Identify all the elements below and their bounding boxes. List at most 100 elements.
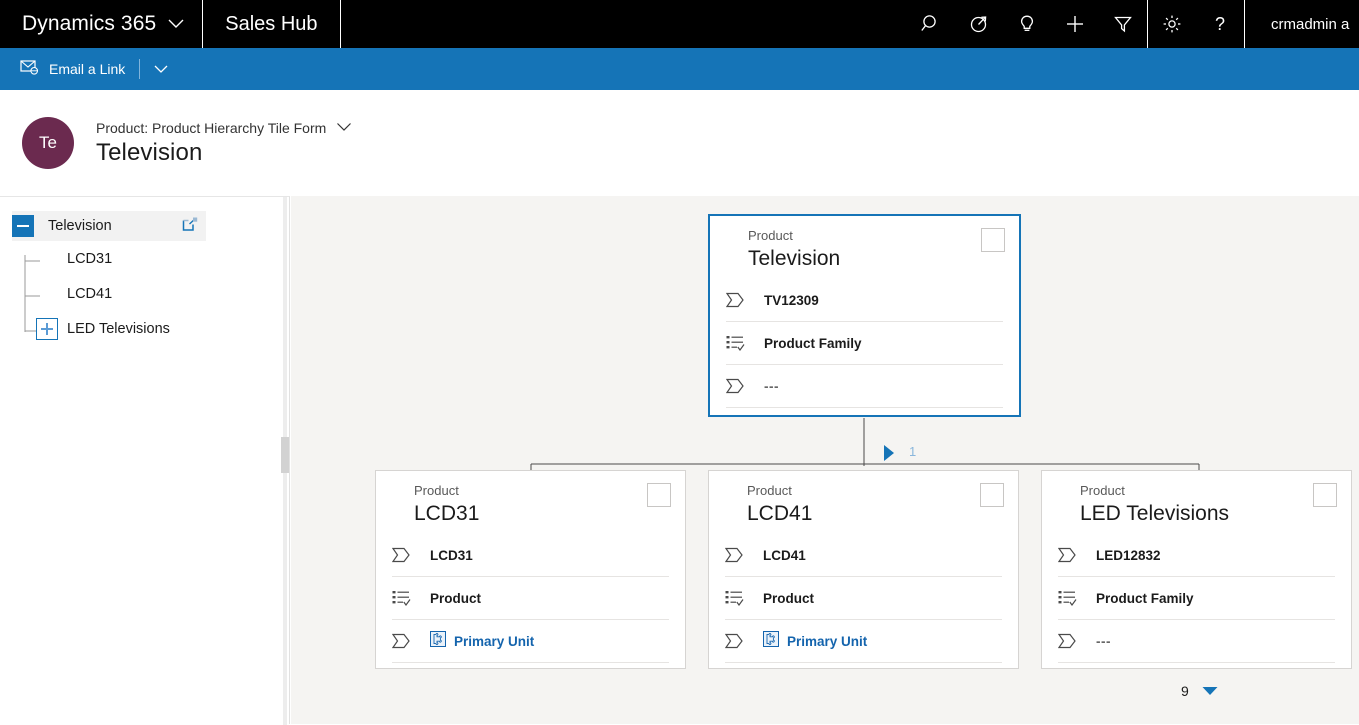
form-selector[interactable]: Product: Product Hierarchy Tile Form [96, 119, 352, 137]
tag-icon [726, 378, 748, 394]
primary-unit-link[interactable]: Primary Unit [763, 630, 868, 652]
dynamics365-brand-button[interactable]: Dynamics 365 [0, 0, 204, 48]
card-row: Primary Unit [725, 620, 1002, 663]
command-bar-divider [139, 59, 141, 79]
email-a-link-label: Email a Link [49, 61, 126, 77]
card-title: Television [748, 247, 841, 270]
primary-unit-link[interactable]: Primary Unit [430, 630, 534, 652]
card-row: Product Family [1058, 577, 1335, 620]
unit-icon [763, 630, 779, 652]
hierarchy-card-lcd31[interactable]: Product LCD31 LCD31 Product Primary Unit [375, 470, 686, 669]
card-row: LCD41 [725, 534, 1002, 577]
gear-icon[interactable] [1148, 0, 1196, 48]
tag-icon [725, 547, 747, 563]
hierarchy-card-lcd41[interactable]: Product LCD41 LCD41 Product Primary Unit [708, 470, 1019, 669]
card-row: Primary Unit [392, 620, 669, 663]
card-row-link-label: Primary Unit [787, 633, 868, 649]
card-select-checkbox[interactable] [981, 228, 1005, 252]
card-entity-kind: Product [414, 483, 459, 498]
search-icon[interactable] [907, 0, 955, 48]
tag-icon [726, 292, 748, 308]
card-select-checkbox[interactable] [980, 483, 1004, 507]
card-row: --- [1058, 620, 1335, 663]
card-entity-kind: Product [748, 228, 793, 243]
top-navigation-bar: Dynamics 365 Sales Hub ? crmadmin a [0, 0, 1359, 48]
card-select-checkbox[interactable] [1313, 483, 1337, 507]
tree-scrollbar[interactable] [281, 197, 289, 725]
tree-node-television[interactable]: Television [12, 211, 206, 241]
card-row-value: LCD41 [763, 547, 806, 563]
list-check-icon [726, 335, 748, 351]
chevron-down-icon[interactable] [336, 119, 352, 137]
card-row-value: Product Family [1096, 590, 1194, 606]
card-header: Product LCD31 [376, 471, 685, 532]
open-in-new-window-icon[interactable] [182, 217, 198, 238]
filter-icon[interactable] [1099, 0, 1147, 48]
form-name-label: Product: Product Hierarchy Tile Form [96, 120, 327, 136]
connector-count-label: 1 [909, 444, 917, 459]
card-select-checkbox[interactable] [647, 483, 671, 507]
card-entity-kind: Product [747, 483, 792, 498]
hierarchy-tree: Television LCD31 LCD41 LED Televisions [0, 197, 289, 346]
tag-icon [392, 547, 414, 563]
hierarchy-canvas: 1 Product Television TV12309 Product Fam… [291, 196, 1359, 724]
tree-node-label: LCD31 [67, 250, 113, 267]
card-row-value: --- [1096, 633, 1111, 649]
card-row-value: Product [430, 590, 482, 606]
tree-scrollbar-thumb[interactable] [281, 437, 289, 473]
card-row: LED12832 [1058, 534, 1335, 577]
app-area-button[interactable]: Sales Hub [203, 0, 341, 48]
card-row: Product Family [726, 322, 1003, 365]
chevron-down-icon[interactable] [1201, 685, 1219, 697]
card-row-value: Product Family [764, 335, 862, 351]
command-overflow-button[interactable] [146, 48, 176, 90]
list-check-icon [1058, 590, 1080, 606]
card-rows: TV12309 Product Family --- [710, 277, 1019, 408]
user-account-button[interactable]: crmadmin a [1244, 0, 1359, 48]
tag-icon [392, 633, 414, 649]
app-area-label: Sales Hub [225, 12, 318, 35]
tree-collapse-minus-icon[interactable] [12, 215, 34, 237]
card-header: Product LCD41 [709, 471, 1018, 532]
card-row: TV12309 [726, 279, 1003, 322]
expand-siblings-arrow-icon[interactable] [882, 444, 896, 467]
card-row-value: --- [764, 378, 779, 394]
email-a-link-button[interactable]: Email a Link [12, 48, 133, 90]
hierarchy-tree-panel: Television LCD31 LCD41 LED Televisions [0, 196, 290, 725]
plus-icon[interactable] [1051, 0, 1099, 48]
unit-icon [430, 630, 446, 652]
avatar-initials: Te [39, 133, 57, 152]
card-row-value: LED12832 [1096, 547, 1161, 563]
chevron-down-icon[interactable] [168, 19, 184, 29]
card-row: LCD31 [392, 534, 669, 577]
card-rows: LED12832 Product Family --- [1042, 532, 1351, 663]
card-header: Product Television [710, 216, 1019, 277]
hierarchy-card-television[interactable]: Product Television TV12309 Product Famil… [708, 214, 1021, 417]
card-title: LCD31 [414, 502, 480, 525]
card-row-value: LCD31 [430, 547, 473, 563]
tag-icon [1058, 633, 1080, 649]
lightbulb-icon[interactable] [1003, 0, 1051, 48]
help-icon[interactable]: ? [1196, 0, 1244, 48]
page-title: Television [96, 139, 203, 166]
card-rows: LCD31 Product Primary Unit [376, 532, 685, 663]
list-check-icon [392, 590, 414, 606]
user-name-label: crmadmin a [1271, 15, 1350, 33]
tree-node-label: LCD41 [67, 285, 113, 302]
hierarchy-pager: 9 [1181, 683, 1219, 699]
pager-count-label: 9 [1181, 683, 1189, 699]
card-row: --- [726, 365, 1003, 408]
card-title: LCD41 [747, 502, 813, 525]
record-header-texts: Product: Product Hierarchy Tile Form Tel… [96, 119, 352, 167]
tree-node-lcd41[interactable]: LCD41 [0, 276, 289, 311]
tree-node-lcd31[interactable]: LCD31 [0, 241, 289, 276]
card-rows: LCD41 Product Primary Unit [709, 532, 1018, 663]
assistant-icon[interactable] [955, 0, 1003, 48]
hierarchy-card-led-televisions[interactable]: Product LED Televisions LED12832 Product… [1041, 470, 1352, 669]
topbar-icon-group-secondary: ? [1147, 0, 1244, 48]
tree-node-led-televisions[interactable]: LED Televisions [0, 311, 289, 346]
card-title: LED Televisions [1080, 502, 1230, 525]
tag-icon [725, 633, 747, 649]
tree-expand-plus-icon[interactable] [36, 317, 58, 340]
